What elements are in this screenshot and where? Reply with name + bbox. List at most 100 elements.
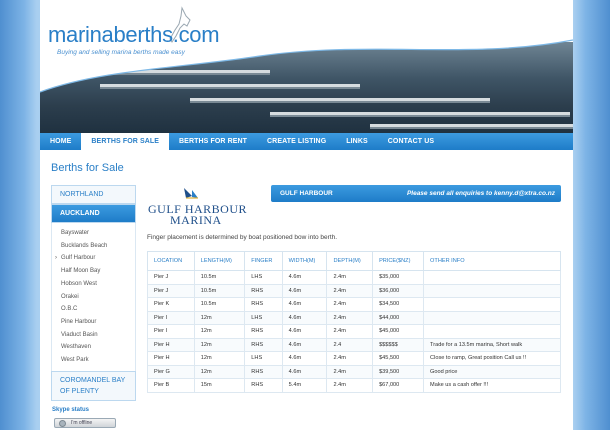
cell-width: 5.4m (281, 378, 328, 393)
enquiries-email[interactable]: Please send all enquiries to kenny.d@xtr… (407, 185, 555, 202)
cell-price: $44,000 (372, 310, 425, 325)
table-row[interactable]: Pier G 12m RHS 4.6m 2.4m $39,500 Good pr… (147, 364, 561, 379)
cell-width: 4.6m (281, 324, 328, 339)
column-header-finger: FINGER (244, 251, 283, 271)
nav-contact-us[interactable]: CONTACT US (378, 133, 444, 150)
cell-width: 4.6m (281, 297, 328, 312)
cell-length: 10.5m (193, 297, 246, 312)
sidebar-item-bayswater[interactable]: Bayswater (52, 227, 135, 240)
cell-finger: RHS (244, 283, 283, 298)
marina-header-bar: GULF HARBOUR Please send all enquiries t… (271, 185, 561, 202)
column-header-other-info: OTHER INFO (423, 251, 561, 271)
cell-finger: RHS (244, 337, 283, 352)
nav-berths-for-rent[interactable]: BERTHS FOR RENT (169, 133, 257, 150)
sidebar-group-coromandel-line2: OF PLENTY (60, 387, 99, 395)
table-header-row: LOCATION LENGTH(M) FINGER WIDTH(M) DEPTH… (147, 251, 561, 271)
table-row[interactable]: Pier J 10.5m LHS 4.6m 2.4m $35,000 (147, 270, 561, 285)
dock-4 (270, 112, 570, 117)
cell-width: 4.6m (281, 310, 328, 325)
cell-width: 4.6m (281, 270, 328, 285)
cell-price: $45,500 (372, 351, 425, 366)
cell-price: $39,500 (372, 364, 425, 379)
cell-other-info: Make us a cash offer !!! (423, 378, 561, 393)
cell-price: $45,000 (372, 324, 425, 339)
cell-length: 15m (193, 378, 246, 393)
sidebar-item-obc[interactable]: O.B.C (52, 303, 135, 316)
sidebar-item-bucklands-beach[interactable]: Bucklands Beach (52, 240, 135, 253)
cell-length: 12m (193, 324, 246, 339)
sidebar-item-viaduct-basin[interactable]: Viaduct Basin (52, 329, 135, 342)
column-header-location: LOCATION (147, 251, 195, 271)
sidebar-group-northland[interactable]: NORTHLAND (51, 185, 136, 204)
table-row[interactable]: Pier I 12m LHS 4.6m 2.4m $44,000 (147, 310, 561, 325)
cell-location: Pier G (147, 364, 195, 379)
sidebar-item-half-moon-bay[interactable]: Half Moon Bay (52, 265, 135, 278)
site-header: marinaberths.com Buying and selling mari… (40, 0, 573, 133)
cell-length: 12m (193, 310, 246, 325)
table-row[interactable]: Pier J 10.5m RHS 4.6m 2.4m $36,000 (147, 283, 561, 298)
cell-depth: 2.4m (326, 310, 374, 325)
sidebar-item-pine-harbour[interactable]: Pine Harbour (52, 316, 135, 329)
cell-depth: 2.4m (326, 378, 374, 393)
cell-location: Pier I (147, 310, 195, 325)
sidebar-item-gulf-harbour[interactable]: Gulf Harbour (52, 252, 135, 265)
sidebar-group-coromandel-bay-of-plenty[interactable]: COROMANDEL BAY OF PLENTY (51, 370, 136, 401)
column-header-length: LENGTH(M) (193, 251, 246, 271)
cell-other-info (423, 297, 561, 312)
cell-depth: 2.4m (326, 297, 374, 312)
skype-status-button[interactable]: I'm offline (54, 418, 116, 428)
cell-length: 12m (193, 337, 246, 352)
table-row[interactable]: Pier H 12m RHS 4.6m 2.4 $$$$$$ Trade for… (147, 337, 561, 352)
cell-finger: LHS (244, 310, 283, 325)
marina-logo-line2: MARINA (170, 213, 222, 227)
cell-length: 10.5m (193, 283, 246, 298)
table-row[interactable]: Pier B 15m RHS 5.4m 2.4m $67,000 Make us… (147, 378, 561, 393)
site-logo[interactable]: marinaberths.com (48, 22, 220, 48)
cell-other-info (423, 310, 561, 325)
cell-location: Pier K (147, 297, 195, 312)
berths-table: LOCATION LENGTH(M) FINGER WIDTH(M) DEPTH… (147, 251, 561, 393)
marina-name: GULF HARBOUR (280, 190, 333, 197)
column-header-price: PRICE($NZ) (372, 251, 425, 271)
column-header-width: WIDTH(M) (281, 251, 328, 271)
cell-price: $36,000 (372, 283, 425, 298)
sidebar-group-auckland[interactable]: AUCKLAND (51, 204, 136, 223)
cell-length: 10.5m (193, 270, 246, 285)
cell-price: $34,500 (372, 297, 425, 312)
cell-other-info (423, 283, 561, 298)
cell-location: Pier H (147, 337, 195, 352)
cell-other-info: Good price (423, 364, 561, 379)
cell-length: 12m (193, 351, 246, 366)
cell-location: Pier H (147, 351, 195, 366)
sidebar-group-coromandel-line1: COROMANDEL BAY (60, 376, 126, 384)
table-row[interactable]: Pier K 10.5m RHS 4.6m 2.4m $34,500 (147, 297, 561, 312)
cell-finger: RHS (244, 364, 283, 379)
cell-width: 4.6m (281, 351, 328, 366)
cell-depth: 2.4m (326, 283, 374, 298)
nav-berths-for-sale[interactable]: BERTHS FOR SALE (81, 133, 170, 150)
region-sidebar: NORTHLAND AUCKLAND Bayswater Bucklands B… (51, 185, 136, 401)
cell-length: 12m (193, 364, 246, 379)
sidebar-item-hobson-west[interactable]: Hobson West (52, 278, 135, 291)
column-header-depth: DEPTH(M) (326, 251, 374, 271)
marina-logo-wordmark: GULF HARBOUR MARINA (148, 203, 247, 227)
sidebar-item-west-park[interactable]: West Park (52, 354, 135, 367)
nav-home[interactable]: HOME (40, 133, 81, 150)
cell-other-info: Trade for a 13.5m marina, Short walk (423, 337, 561, 352)
sidebar-auckland-list: Bayswater Bucklands Beach Gulf Harbour H… (51, 223, 136, 371)
sidebar-item-orakei[interactable]: Orakei (52, 291, 135, 304)
page-title: Berths for Sale (51, 162, 124, 174)
table-row[interactable]: Pier H 12m LHS 4.6m 2.4m $45,500 Close t… (147, 351, 561, 366)
cell-depth: 2.4m (326, 364, 374, 379)
cell-depth: 2.4m (326, 324, 374, 339)
table-row[interactable]: Pier I 12m RHS 4.6m 2.4m $45,000 (147, 324, 561, 339)
cell-depth: 2.4m (326, 351, 374, 366)
cell-other-info: Close to ramp, Great position Call us !! (423, 351, 561, 366)
sidebar-item-westhaven[interactable]: Westhaven (52, 341, 135, 354)
cell-price: $35,000 (372, 270, 425, 285)
nav-links[interactable]: LINKS (336, 133, 378, 150)
nav-create-listing[interactable]: CREATE LISTING (257, 133, 336, 150)
site-tagline: Buying and selling marina berths made ea… (57, 49, 185, 56)
cell-finger: RHS (244, 324, 283, 339)
cell-price: $67,000 (372, 378, 425, 393)
